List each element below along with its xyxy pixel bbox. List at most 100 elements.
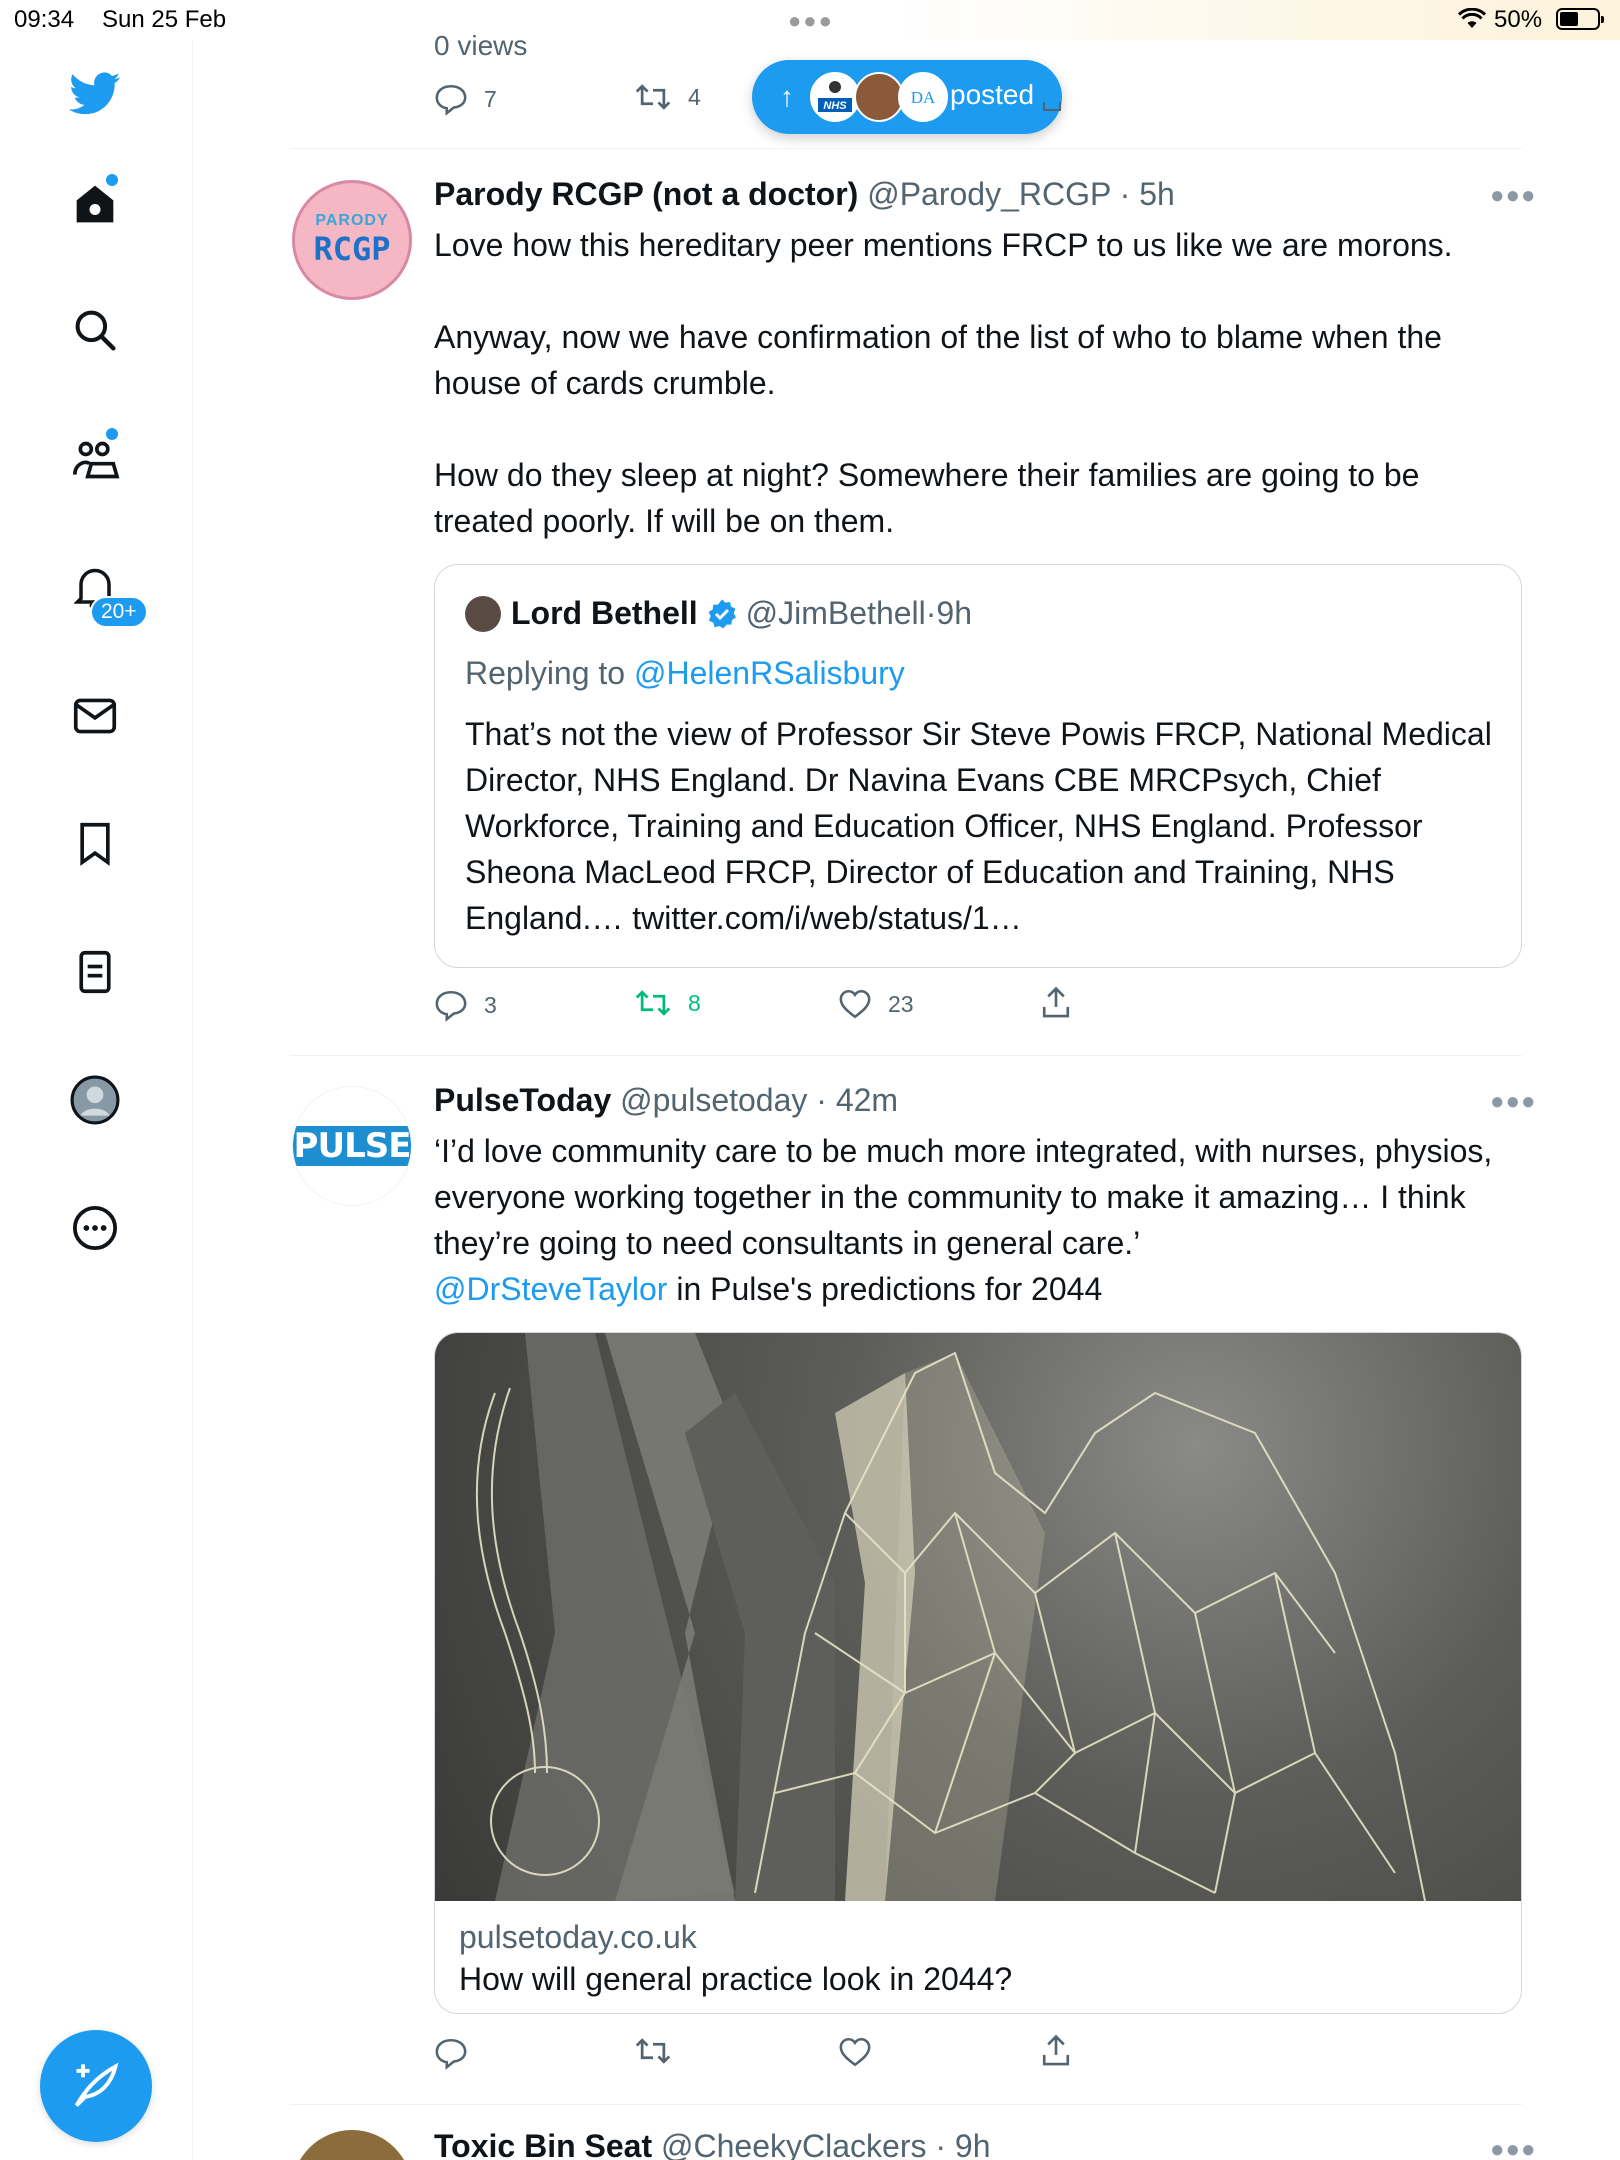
previous-tweet-reply-count: 7 (484, 85, 497, 112)
link-card-domain: pulsetoday.co.uk (459, 1919, 697, 1955)
previous-tweet-retweet-count: 4 (688, 83, 701, 110)
tweet1-like-count: 23 (888, 990, 914, 1017)
new-posts-label: posted (950, 79, 1035, 110)
tweet-divider (290, 2104, 1522, 2105)
status-time: 09:34 (14, 6, 75, 33)
previous-tweet-views: 0 views (434, 30, 528, 56)
pill-avatar-person (854, 72, 904, 122)
tweet2-author-handle[interactable]: @pulsetoday (620, 1082, 807, 1118)
multitasking-dots-icon[interactable]: ●●● (788, 8, 834, 34)
tweet1-like-button[interactable]: 23 (838, 988, 914, 1020)
profile-icon[interactable] (67, 1072, 123, 1128)
svg-text:NHS: NHS (823, 100, 847, 112)
notifications-badge: 20+ (90, 596, 148, 628)
heart-icon (839, 989, 871, 1019)
battery-percent: 50% (1494, 6, 1543, 33)
tweet3-header: Toxic Bin Seat @CheekyClackers · 9h (434, 2128, 991, 2160)
reply-icon (435, 2038, 467, 2070)
tweet1-retweet-button[interactable]: 8 (634, 988, 701, 1018)
tweet2-author-name[interactable]: PulseToday (434, 1082, 611, 1118)
link-card-title: How will general practice look in 2044? (459, 1961, 1013, 1997)
tweet-divider (290, 1055, 1522, 1056)
status-bar: 09:34 Sun 25 Feb ●●● 50% (0, 0, 1620, 40)
previous-tweet-reply-button[interactable]: 7 (434, 82, 497, 116)
quoted-tweet-text: That’s not the view of Professor Sir Ste… (465, 716, 1492, 936)
previous-tweet-retweet-button[interactable]: 4 (634, 82, 701, 112)
tweet2-mention[interactable]: @DrSteveTaylor (434, 1271, 667, 1307)
search-icon[interactable] (67, 302, 123, 358)
tweet2-like-button[interactable] (838, 2036, 888, 2068)
twitter-logo-icon[interactable] (67, 66, 123, 122)
quoted-tweet-author-handle[interactable]: @JimBethell (746, 595, 926, 632)
tweet1-reply-count: 3 (484, 991, 497, 1018)
wifi-icon (1457, 7, 1487, 35)
tweet2-more-icon[interactable]: ●●● (1490, 1088, 1537, 1116)
tweet-divider (290, 148, 1522, 149)
retweet-icon (635, 990, 671, 1016)
tweet2-header: PulseToday @pulsetoday · 42m (434, 1082, 899, 1118)
messages-icon[interactable] (67, 688, 123, 744)
quoted-tweet-avatar[interactable] (465, 595, 501, 632)
arrow-up-icon: ↑ (780, 81, 794, 112)
tweet3-more-icon[interactable]: ●●● (1490, 2136, 1537, 2160)
sidebar: 20+ (0, 40, 193, 2160)
retweet-icon (635, 2038, 671, 2064)
tweet2-retweet-button[interactable] (634, 2036, 688, 2066)
tweet2-text-tail: in Pulse's predictions for 2044 (667, 1271, 1103, 1307)
tweet1-header: Parody RCGP (not a doctor) @Parody_RCGP … (434, 176, 1175, 212)
tweet1-avatar[interactable]: PARODY RCGP (292, 180, 412, 300)
quoted-tweet-replying-line: Replying to @HelenRSalisbury (465, 655, 905, 692)
tweet2-reply-button[interactable] (434, 2036, 484, 2070)
link-card[interactable]: pulsetoday.co.uk How will general practi… (434, 1332, 1522, 2014)
tweet1-avatar-text-main: RCGP (313, 230, 391, 268)
quoted-tweet-author-name[interactable]: Lord Bethell (511, 595, 698, 632)
tweet3-avatar[interactable] (292, 2130, 412, 2160)
quoted-tweet[interactable]: Lord Bethell @JimBethell · 9h Replying t… (434, 564, 1522, 968)
reply-icon (435, 990, 467, 1022)
tweet2-text-block: ‘I’d love community care to be much more… (434, 1128, 1514, 1312)
tweet1-retweet-count: 8 (688, 989, 701, 1016)
tweet3-author-handle[interactable]: @CheekyClackers (661, 2128, 926, 2160)
more-icon[interactable] (67, 1200, 123, 1256)
tweet2-avatar[interactable]: PULSE (292, 1086, 412, 1206)
new-posts-pill[interactable]: ↑ NHS DA posted (752, 60, 1062, 134)
tweet1-reply-button[interactable]: 3 (434, 988, 497, 1022)
communities-unread-dot (106, 428, 118, 440)
tweet1-avatar-text-top: PARODY (315, 212, 389, 229)
svg-text:DA: DA (911, 88, 936, 107)
quoted-tweet-time: 9h (936, 595, 973, 631)
retweet-icon (635, 84, 671, 110)
battery-icon (1556, 8, 1604, 30)
compose-icon (74, 2062, 119, 2107)
share-icon (1042, 2034, 1070, 2066)
communities-icon[interactable] (67, 432, 123, 488)
home-unread-dot (106, 174, 118, 186)
bookmarks-icon[interactable] (67, 816, 123, 872)
tweet2-share-button[interactable] (1040, 2034, 1088, 2068)
previous-tweet-share-button[interactable] (1040, 84, 1080, 114)
tweet2-text: ‘I’d love community care to be much more… (434, 1133, 1502, 1261)
reply-icon (435, 84, 467, 116)
quoted-tweet-header: Lord Bethell @JimBethell · 9h (465, 595, 972, 632)
share-icon (1042, 986, 1070, 1018)
verified-badge-icon (708, 598, 736, 628)
tweet2-time[interactable]: 42m (836, 1082, 898, 1118)
lists-icon[interactable] (67, 944, 123, 1000)
replying-to-handle[interactable]: @HelenRSalisbury (634, 655, 905, 691)
link-card-image (435, 1333, 1521, 1902)
tweet2-avatar-text: PULSE (293, 1126, 411, 1166)
pill-avatar-nhs: NHS (810, 72, 860, 122)
tweet1-author-name[interactable]: Parody RCGP (not a doctor) (434, 176, 858, 212)
tweet1-time[interactable]: 5h (1139, 176, 1175, 212)
heart-icon (839, 2037, 871, 2067)
tweet1-text: Love how this hereditary peer mentions F… (434, 227, 1453, 539)
tweet1-author-handle[interactable]: @Parody_RCGP (867, 176, 1111, 212)
tweet1-more-icon[interactable]: ●●● (1490, 182, 1537, 210)
pill-avatar-da: DA (898, 72, 948, 122)
status-date: Sun 25 Feb (102, 6, 227, 33)
replying-to-prefix: Replying to (465, 655, 634, 691)
tweet3-time[interactable]: 9h (955, 2128, 991, 2160)
tweet1-share-button[interactable] (1040, 986, 1088, 1020)
compose-button[interactable] (40, 2030, 152, 2142)
tweet3-author-name[interactable]: Toxic Bin Seat (434, 2128, 652, 2160)
